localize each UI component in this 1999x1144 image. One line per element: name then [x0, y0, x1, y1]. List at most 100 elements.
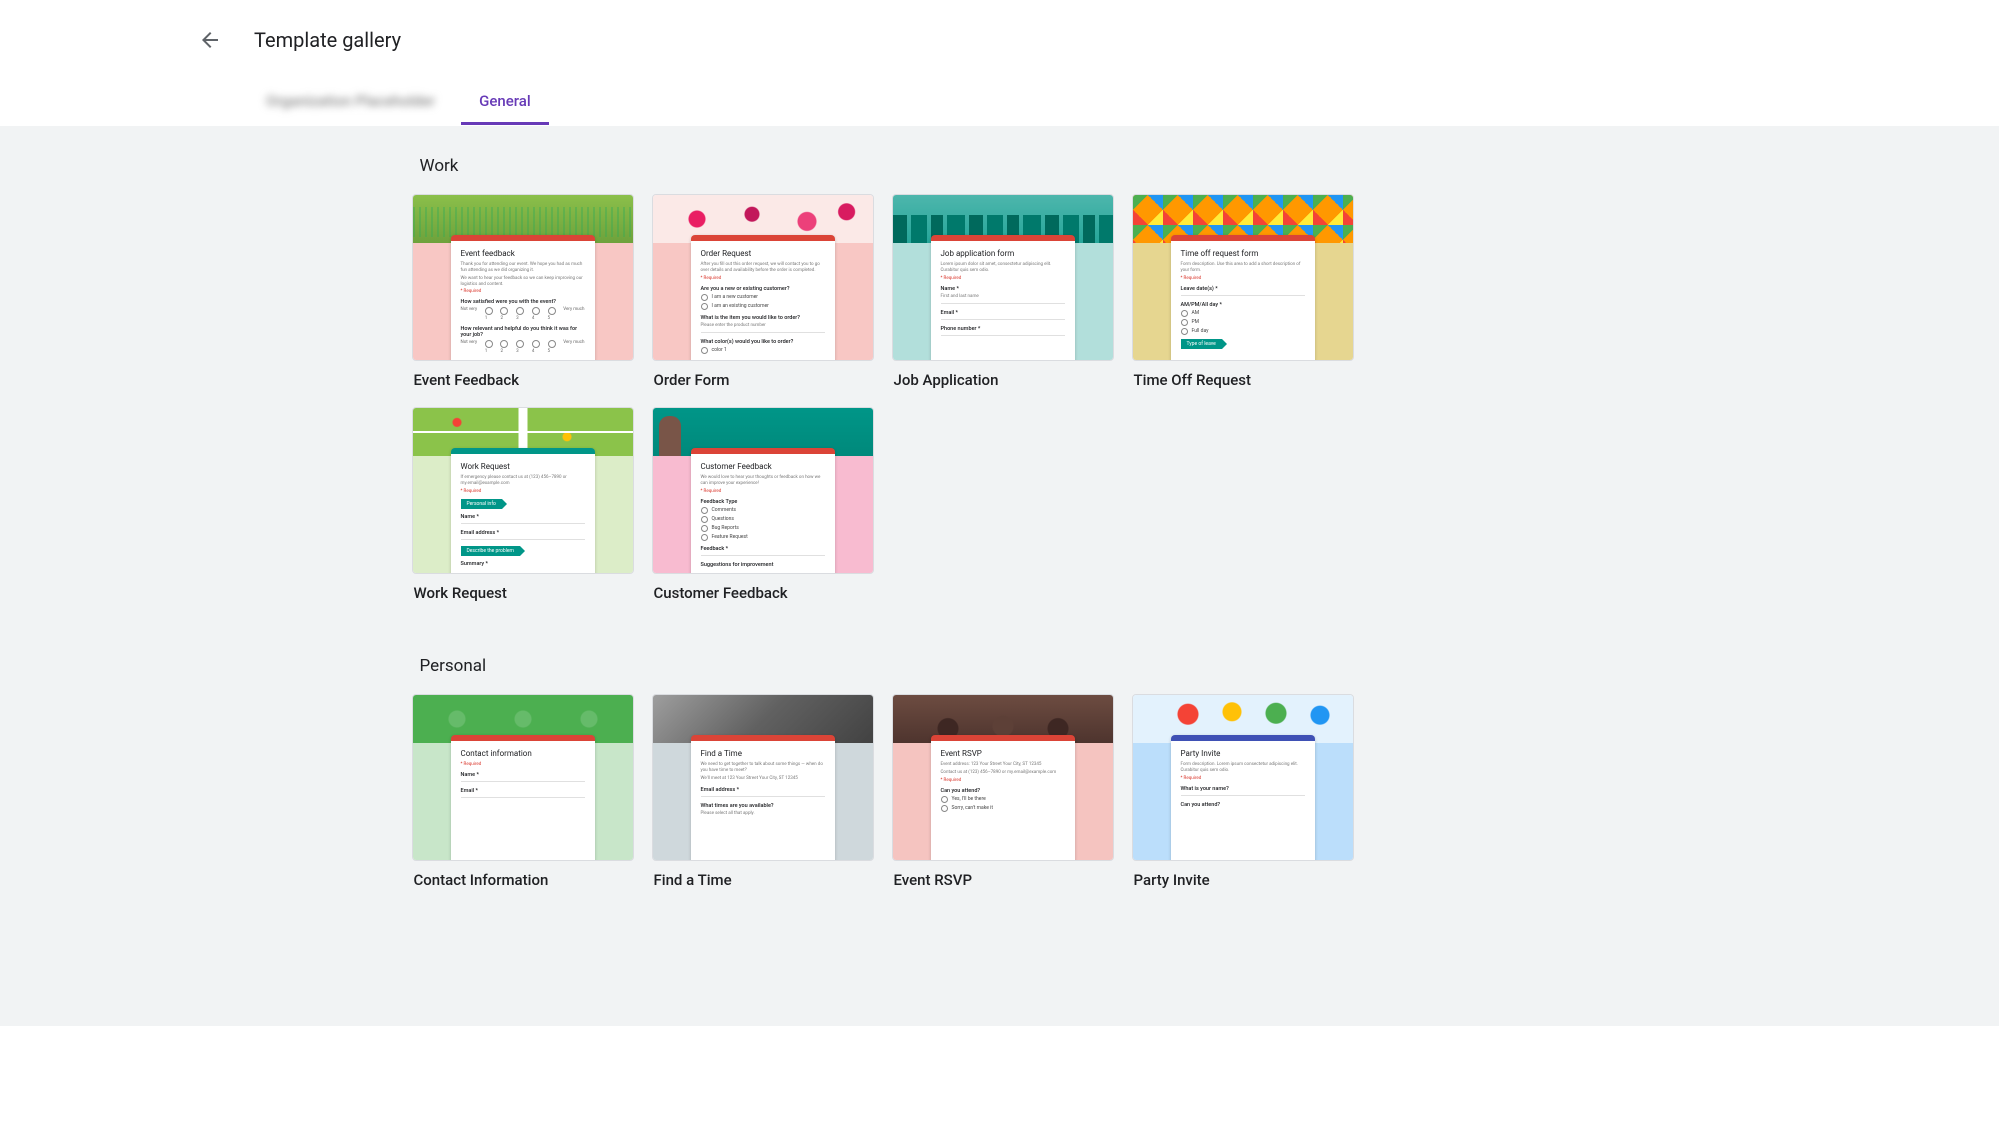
form-preview-required-note: * Required — [941, 778, 1065, 783]
thumbnail-form-paper: Event RSVP Event address: 123 Your Street… — [931, 735, 1075, 861]
form-preview-helper-text: Please enter the product number — [701, 323, 825, 329]
form-preview-required-note: * Required — [461, 289, 585, 294]
form-preview-question: Can you attend? — [1181, 802, 1305, 808]
template-name-label: Order Form — [652, 371, 874, 389]
form-preview-question: Name * — [461, 514, 585, 520]
thumbnail-form-paper: Work Request If emergency please contact … — [451, 448, 595, 574]
form-preview-question: Feedback * — [701, 546, 825, 552]
template-thumbnail: Order RequestAfter you fill out this ord… — [652, 194, 874, 361]
form-preview-input-underline — [461, 523, 585, 524]
form-preview-radio-option: Feature Request — [701, 534, 825, 541]
template-thumbnail: Work Request If emergency please contact … — [412, 407, 634, 574]
form-preview-radio-option: PM — [1181, 319, 1305, 326]
template-card[interactable]: Contact information* RequiredName *Email… — [412, 694, 634, 889]
form-preview-input-underline — [1181, 295, 1305, 296]
template-thumbnail: Party InviteForm description. Lorem ipsu… — [1132, 694, 1354, 861]
form-preview-question: Feedback Type — [701, 499, 825, 505]
form-preview-title: Job application form — [941, 249, 1065, 258]
template-section: PersonalContact information* RequiredNam… — [400, 650, 1600, 889]
form-preview-title: Time off request form — [1181, 249, 1305, 258]
form-preview-description: Thank you for attending our event. We ho… — [461, 262, 585, 274]
form-preview-radio-option: Yes, I'll be there — [941, 796, 1065, 803]
form-preview-question: What is your name? — [1181, 786, 1305, 792]
form-preview-question: How satisfied were you with the event? — [461, 299, 585, 305]
form-preview-question: Email * — [941, 310, 1065, 316]
form-preview-title: Work Request — [461, 462, 585, 471]
form-preview-input-underline — [701, 796, 825, 797]
form-preview-input-underline — [701, 332, 825, 333]
form-preview-helper-text: Please select all that apply. — [701, 811, 825, 817]
template-card[interactable]: Time off request form Form description. U… — [1132, 194, 1354, 389]
header-bar: Template gallery — [0, 0, 1999, 80]
template-card[interactable]: Event feedbackThank you for attending ou… — [412, 194, 634, 389]
template-name-label: Event RSVP — [892, 871, 1114, 889]
form-preview-question: Suggestions for improvement — [701, 562, 825, 568]
thumbnail-form-paper: Job application form Lorem ipsum dolor si… — [931, 235, 1075, 361]
form-preview-helper-text: We want to hear your feedback so we can … — [461, 276, 585, 288]
template-name-label: Work Request — [412, 584, 634, 602]
template-grid: Event feedbackThank you for attending ou… — [412, 194, 1588, 602]
form-preview-required-note: * Required — [461, 489, 585, 494]
form-preview-description: Lorem ipsum dolor sit amet, consectetur … — [941, 262, 1065, 274]
template-thumbnail: Time off request form Form description. U… — [1132, 194, 1354, 361]
form-preview-description: Event address: 123 Your Street Your City… — [941, 762, 1065, 768]
template-card[interactable]: Work Request If emergency please contact … — [412, 407, 634, 602]
form-preview-helper-text: Contact us at (123) 456–7890 or my.email… — [941, 770, 1065, 776]
form-preview-description: Form description. Use this area to add a… — [1181, 262, 1305, 274]
template-thumbnail: Customer FeedbackWe would love to hear y… — [652, 407, 874, 574]
form-preview-question: Phone number * — [941, 326, 1065, 332]
form-preview-title: Party Invite — [1181, 749, 1305, 758]
tab-general[interactable]: General — [461, 80, 549, 125]
form-preview-question: What is the item you would like to order… — [701, 315, 825, 321]
form-preview-radio-option: I am an existing customer — [701, 303, 825, 310]
back-button[interactable] — [190, 20, 230, 60]
content-area: WorkEvent feedbackThank you for attendin… — [0, 126, 1999, 1026]
tab-organization[interactable]: Organization Placeholder — [248, 80, 453, 125]
template-card[interactable]: Customer FeedbackWe would love to hear y… — [652, 407, 874, 602]
form-preview-description: If emergency please contact us at (123) … — [461, 475, 585, 487]
form-preview-question: Email address * — [461, 530, 585, 536]
template-thumbnail: Event RSVP Event address: 123 Your Street… — [892, 694, 1114, 861]
template-card[interactable]: Party InviteForm description. Lorem ipsu… — [1132, 694, 1354, 889]
template-card[interactable]: Job application form Lorem ipsum dolor si… — [892, 194, 1114, 389]
form-preview-input-underline — [461, 797, 585, 798]
template-section: WorkEvent feedbackThank you for attendin… — [400, 150, 1600, 602]
form-preview-required-note: * Required — [1181, 276, 1305, 281]
template-name-label: Event Feedback — [412, 371, 634, 389]
template-name-label: Customer Feedback — [652, 584, 874, 602]
form-preview-input-underline — [941, 335, 1065, 336]
template-card[interactable]: Order RequestAfter you fill out this ord… — [652, 194, 874, 389]
template-card[interactable]: Find a TimeWe need to get together to ta… — [652, 694, 874, 889]
form-preview-question: Email address * — [701, 787, 825, 793]
form-preview-question: Name * — [941, 286, 1065, 292]
template-thumbnail: Find a TimeWe need to get together to ta… — [652, 694, 874, 861]
form-preview-question: What color(s) would you like to order? — [701, 339, 825, 345]
form-preview-radio-option: AM — [1181, 310, 1305, 317]
form-preview-section-chip: Personal info — [461, 499, 502, 509]
form-preview-required-note: * Required — [461, 762, 585, 767]
form-preview-title: Event RSVP — [941, 749, 1065, 758]
section-title: Work — [412, 150, 1588, 194]
template-name-label: Time Off Request — [1132, 371, 1354, 389]
form-preview-title: Order Request — [701, 249, 825, 258]
form-preview-input-underline — [1181, 795, 1305, 796]
form-preview-section-chip: Type of leave — [1181, 339, 1222, 349]
form-preview-required-note: * Required — [701, 276, 825, 281]
form-preview-radio-option: Sorry, can't make it — [941, 805, 1065, 812]
form-preview-section-chip: Describe the problem — [461, 546, 520, 556]
thumbnail-form-paper: Contact information* RequiredName *Email… — [451, 735, 595, 861]
page-title: Template gallery — [254, 28, 401, 52]
form-preview-required-note: * Required — [1181, 776, 1305, 781]
template-thumbnail: Event feedbackThank you for attending ou… — [412, 194, 634, 361]
thumbnail-form-paper: Customer FeedbackWe would love to hear y… — [691, 448, 835, 574]
arrow-back-icon — [198, 28, 222, 52]
form-preview-radio-option: I am a new customer — [701, 294, 825, 301]
form-preview-input-underline — [461, 781, 585, 782]
thumbnail-form-paper: Order RequestAfter you fill out this ord… — [691, 235, 835, 361]
thumbnail-form-paper: Find a TimeWe need to get together to ta… — [691, 735, 835, 861]
form-preview-question: Can you attend? — [941, 788, 1065, 794]
template-card[interactable]: Event RSVP Event address: 123 Your Street… — [892, 694, 1114, 889]
form-preview-question: AM/PM/All day * — [1181, 302, 1305, 308]
form-preview-radio-option: Bug Reports — [701, 525, 825, 532]
form-preview-radio-option: color 1 — [701, 347, 825, 354]
